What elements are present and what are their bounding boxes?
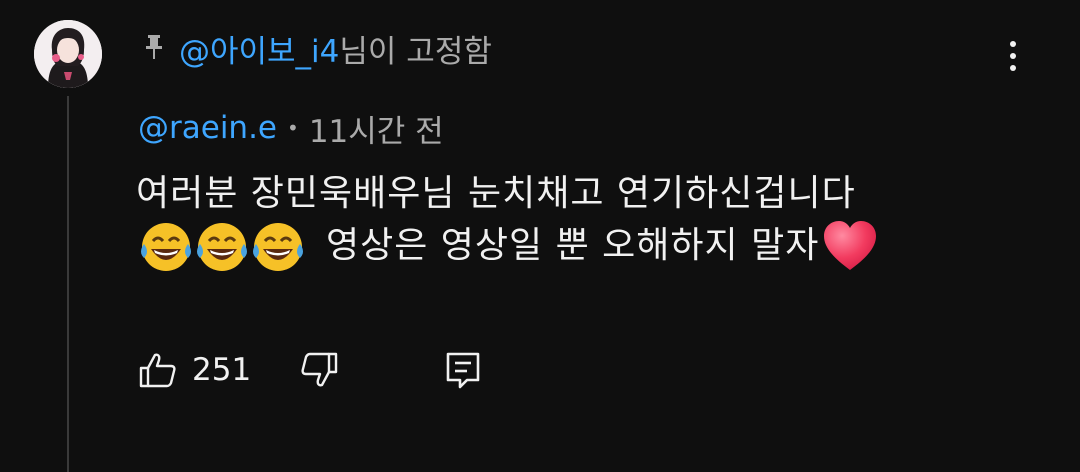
- tears-of-joy-emoji-icon: [197, 223, 247, 271]
- thread-line: [67, 96, 69, 472]
- pinned-by-handle[interactable]: @아이보_i4: [179, 34, 339, 70]
- like-count: 251: [192, 352, 252, 388]
- avatar-image: [34, 20, 102, 88]
- pinned-suffix: 님이 고정함: [339, 33, 492, 70]
- comment-body: 여러분 장민욱배우님 눈치채고 연기하신겁니다 영상은 영상일 뿐 오해하지 말…: [136, 168, 879, 272]
- pinned-label: @아이보_i4님이 고정함: [179, 26, 492, 71]
- like-button-thumbs-up-icon[interactable]: [138, 350, 178, 390]
- dislike-button-thumbs-down-icon[interactable]: [299, 350, 339, 390]
- pinned-indicator: @아이보_i4님이 고정함: [143, 26, 492, 70]
- heart-emoji-icon: [824, 221, 877, 270]
- timestamp: 11시간 전: [308, 113, 444, 150]
- tears-of-joy-emoji-icon: [141, 223, 191, 271]
- avatar[interactable]: [34, 20, 102, 88]
- comment-text-line1: 여러분 장민욱배우님 눈치채고 연기하신겁니다: [136, 173, 856, 214]
- comment-actions: 251: [138, 346, 483, 394]
- comment-text-line2: 영상은 영상일 뿐 오해하지 말자: [136, 220, 879, 272]
- tears-of-joy-emoji-icon: [253, 223, 303, 271]
- author-handle[interactable]: @raein.e: [138, 110, 277, 146]
- meta-separator: •: [287, 116, 299, 140]
- comment-meta: @raein.e • 11시간 전: [138, 106, 444, 150]
- reply-button-comment-icon[interactable]: [443, 350, 483, 390]
- comment-text-line2-text: 영상은 영상일 뿐 오해하지 말자: [326, 225, 820, 266]
- more-options-icon[interactable]: [996, 36, 1030, 76]
- emoji-group: [136, 216, 304, 276]
- pin-icon: [146, 35, 162, 59]
